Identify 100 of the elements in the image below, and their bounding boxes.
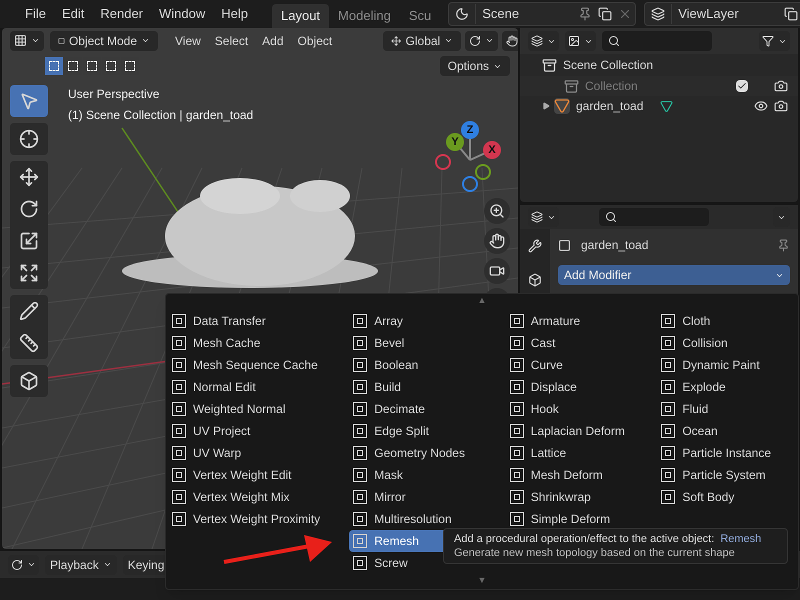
zoom-button[interactable] — [484, 198, 510, 224]
caret-icon — [102, 560, 112, 569]
timeline-menu-dropdown[interactable]: Playback — [45, 554, 117, 574]
pin-icon[interactable] — [578, 7, 592, 21]
square-icon — [510, 424, 524, 438]
menu-item[interactable]: Help — [214, 4, 255, 24]
expand-arrow-icon[interactable] — [542, 102, 550, 110]
editor-type-dropdown[interactable] — [10, 30, 44, 50]
modifier-menu-item[interactable]: Dynamic Paint — [657, 354, 796, 376]
square-icon — [353, 512, 368, 526]
viewport-info-text: User Perspective — [68, 86, 160, 103]
collection-icon — [542, 58, 557, 72]
square-icon — [661, 490, 676, 504]
hand-icon — [489, 233, 505, 249]
camera-icon[interactable] — [774, 99, 788, 113]
workspace-tab[interactable]: Modeling — [329, 4, 400, 28]
menu-item[interactable]: File — [18, 4, 53, 24]
orientation-dropdown[interactable]: Global — [383, 30, 462, 50]
modifier-menu-item[interactable]: Boolean — [349, 354, 506, 376]
cube-icon[interactable] — [528, 273, 542, 287]
modifier-menu-item[interactable]: Explode — [657, 376, 796, 398]
square-icon — [510, 402, 524, 416]
grid-icon — [14, 34, 27, 47]
modifier-menu-item[interactable]: Fluid — [657, 398, 796, 420]
modifier-menu-item[interactable]: Ocean — [657, 420, 796, 442]
add-modifier-dropdown[interactable]: Add Modifier — [558, 265, 790, 285]
tooltip-highlight: Remesh — [720, 532, 762, 546]
axis-label[interactable]: Z — [461, 121, 479, 139]
modifier-menu-item[interactable]: UV Project — [168, 420, 350, 442]
viewport-menu-item[interactable]: Add — [255, 32, 291, 50]
modifier-menu-item[interactable]: Vertex Weight Edit — [168, 464, 350, 486]
square-icon — [661, 446, 676, 460]
square-icon — [510, 314, 524, 328]
search-field[interactable] — [599, 208, 709, 226]
viewport-menu-item[interactable]: View — [168, 32, 208, 50]
square-icon — [353, 446, 368, 460]
hand-button[interactable] — [484, 228, 510, 254]
menu-item[interactable]: Render — [93, 4, 150, 24]
eye-icon[interactable] — [754, 99, 768, 113]
square-icon — [353, 336, 368, 350]
modifier-menu-item[interactable]: Geometry Nodes — [349, 442, 506, 464]
pointer-tool[interactable] — [10, 85, 48, 117]
caret-icon — [141, 36, 150, 45]
copy-icon[interactable] — [784, 7, 798, 21]
select-mode-button[interactable] — [45, 57, 63, 75]
axis-label[interactable]: X — [483, 141, 501, 159]
modifier-menu-item[interactable]: Mesh Sequence Cache — [168, 354, 350, 376]
modifier-menu-item[interactable]: Vertex Weight Mix — [168, 486, 350, 508]
ruler-icon — [19, 333, 39, 353]
modifier-menu-item[interactable]: Edge Split — [349, 420, 506, 442]
options-dropdown[interactable]: Options — [440, 56, 510, 76]
modifier-menu-item[interactable]: UV Warp — [168, 442, 350, 464]
mode-dropdown[interactable]: Object Mode — [50, 30, 158, 50]
workspace-tab[interactable]: Scu — [400, 4, 440, 28]
display-mode-dropdown[interactable] — [528, 31, 559, 51]
menu-item[interactable]: Edit — [54, 4, 92, 24]
modifier-menu-item[interactable]: Cloth — [657, 310, 796, 332]
modifier-menu-item[interactable]: Normal Edit — [168, 376, 350, 398]
viewport-menu-item[interactable]: Select — [208, 32, 256, 50]
square-icon — [510, 512, 524, 526]
modifier-menu-item[interactable]: Weighted Normal — [168, 398, 350, 420]
modifier-menu-item[interactable]: Decimate — [349, 398, 506, 420]
modifier-menu-item[interactable]: Mask — [349, 464, 506, 486]
caret-icon — [27, 560, 36, 569]
modifier-menu-item[interactable]: Bevel — [349, 332, 506, 354]
modifier-menu-item[interactable]: Data Transfer — [168, 310, 350, 332]
modifier-menu-item[interactable]: Particle Instance — [657, 442, 796, 464]
outliner-item[interactable]: garden_toad — [576, 97, 660, 115]
modifier-menu-item[interactable]: Array — [349, 310, 506, 332]
modifier-menu-item[interactable]: Mirror — [349, 486, 506, 508]
modifier-menu-item[interactable]: Soft Body — [657, 486, 796, 508]
modifier-menu-item[interactable]: Collision — [657, 332, 796, 354]
modifier-menu-item[interactable]: Vertex Weight Proximity — [168, 508, 350, 530]
copy-icon[interactable] — [598, 7, 612, 21]
camera-icon[interactable] — [774, 79, 788, 93]
viewport-menu-item[interactable]: Object — [290, 32, 340, 50]
axis-label[interactable]: Y — [446, 133, 464, 151]
outliner-item[interactable]: Scene Collection — [563, 56, 654, 74]
camera-button[interactable] — [484, 258, 510, 284]
search-field[interactable] — [602, 31, 712, 51]
zoom-icon — [489, 203, 505, 219]
modifier-menu-item[interactable]: Build — [349, 376, 506, 398]
collection-icon — [564, 78, 579, 94]
modifier-menu-item[interactable]: Mesh Cache — [168, 332, 350, 354]
wrench-icon[interactable] — [528, 239, 542, 253]
menu-item[interactable]: Window — [152, 4, 212, 24]
filter-dropdown[interactable] — [759, 31, 790, 51]
square-icon — [661, 336, 676, 350]
checkbox[interactable] — [736, 80, 748, 92]
workspace-tab[interactable]: Layout — [272, 4, 330, 28]
square-icon — [353, 534, 368, 548]
square-icon — [661, 468, 676, 482]
square-icon — [172, 314, 186, 328]
pin-icon[interactable] — [777, 238, 790, 252]
square-icon — [172, 446, 186, 460]
square-icon — [353, 424, 368, 438]
modifier-menu-item[interactable]: Multiresolution — [349, 508, 506, 530]
view-layer-dropdown[interactable] — [565, 31, 596, 51]
pivot-dropdown[interactable] — [465, 30, 498, 50]
modifier-menu-item[interactable]: Particle System — [657, 464, 796, 486]
